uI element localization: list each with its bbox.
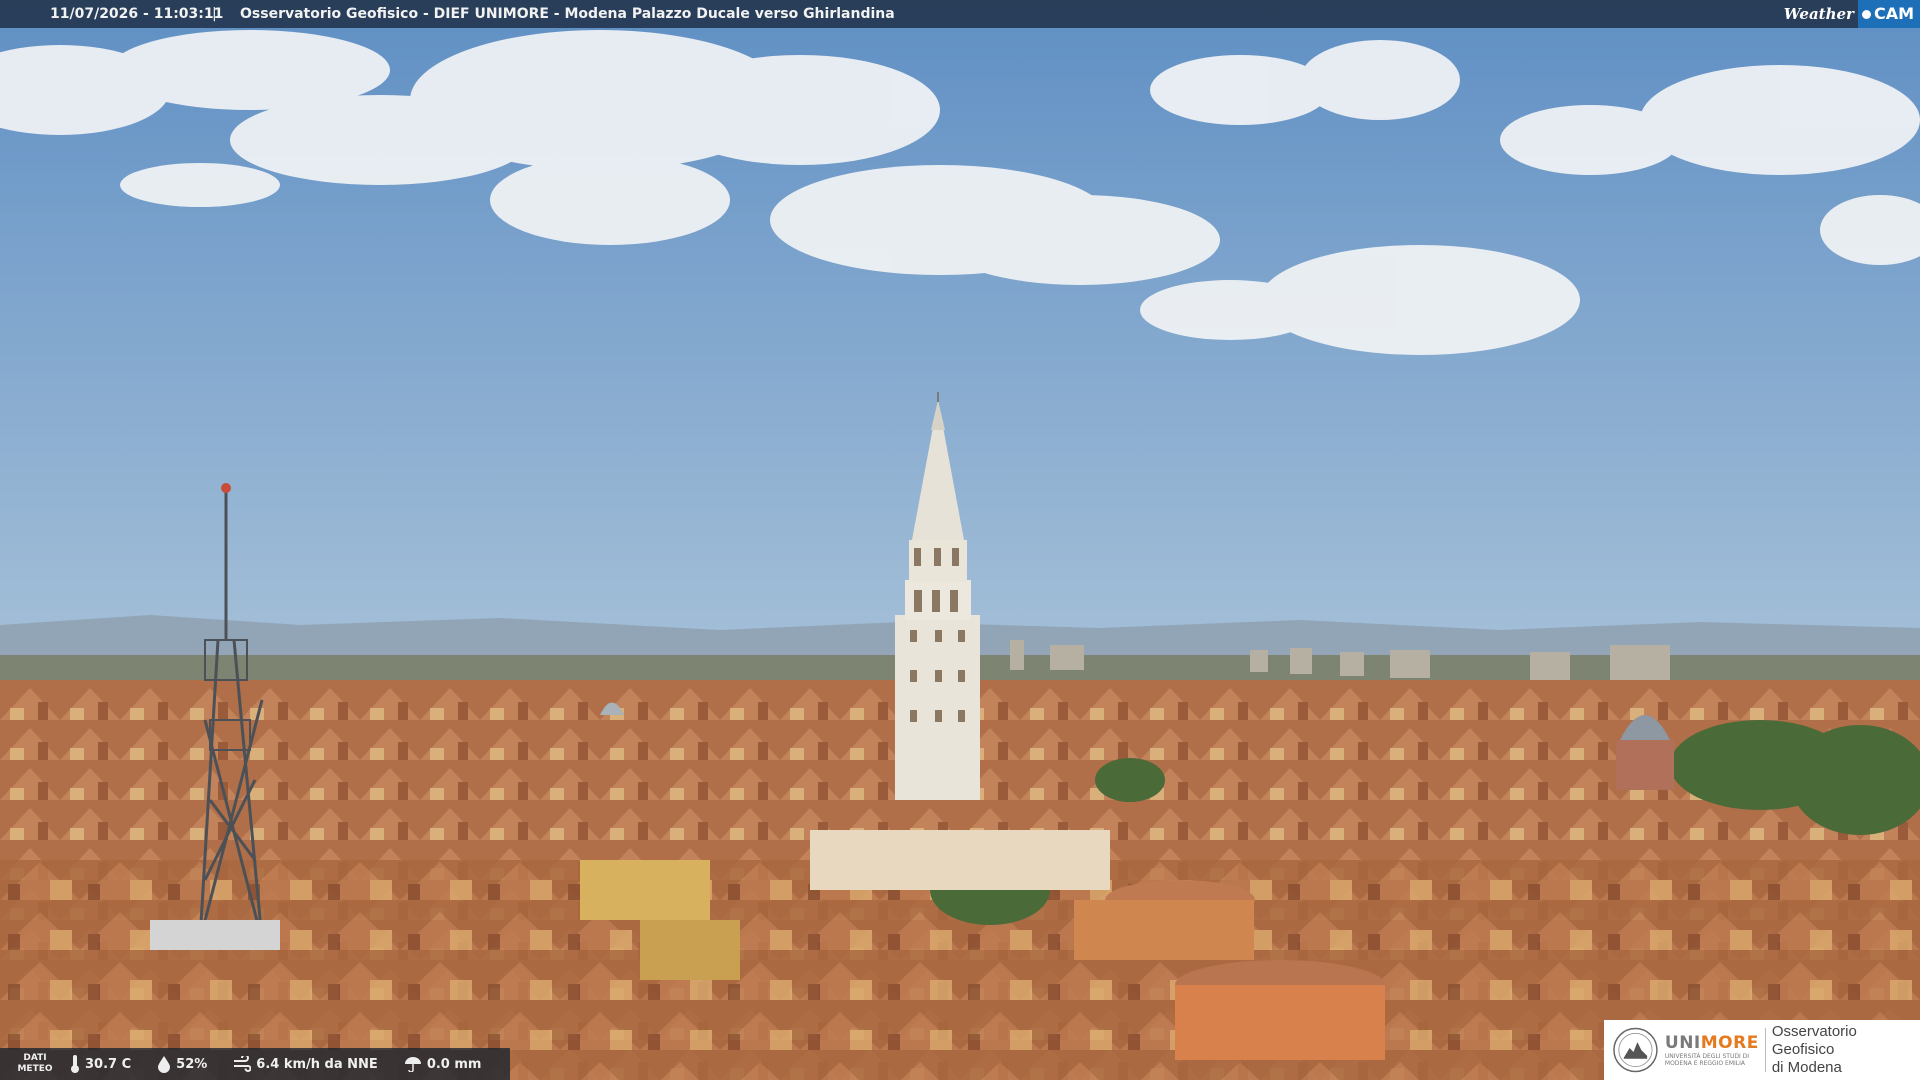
humidity-value: 52%	[176, 1056, 208, 1072]
unimore-sub-line1: UNIVERSITÀ DEGLI STUDI DI	[1664, 1053, 1750, 1060]
thermometer-icon	[71, 1055, 79, 1073]
timestamp: 11/07/2026 - 11:03:11	[50, 6, 224, 22]
unimore-name-suffix: MORE	[1700, 1033, 1759, 1053]
temperature-value: 30.7 C	[85, 1056, 132, 1072]
unimore-sub-line2: MODENA E REGGIO EMILIA	[1664, 1060, 1746, 1067]
weathercam-logo-badge: CAM	[1857, 0, 1920, 28]
droplet-icon	[158, 1056, 171, 1073]
meteo-data-bar: DATI METEO 30.7 C 52% 6.4 km/h da NNE 0.…	[0, 1048, 510, 1080]
observatory-name: Osservatorio Geofisico di Modena	[1772, 1023, 1920, 1077]
wind-reading: 6.4 km/h da NNE	[233, 1056, 378, 1072]
meteo-label-line2: METEO	[17, 1064, 53, 1074]
weathercam-logo: Weather CAM	[1784, 0, 1920, 28]
unimore-logo-box: UNIMORE UNIVERSITÀ DEGLI STUDI DI MODENA…	[1604, 1020, 1920, 1080]
unimore-seal-icon	[1613, 1027, 1658, 1073]
meteo-label-line1: DATI	[23, 1053, 47, 1063]
meteo-label: DATI METEO	[0, 1053, 70, 1075]
temperature-reading: 30.7 C	[70, 1054, 131, 1074]
weathercam-dot-icon	[1861, 9, 1871, 19]
overlay-top-bar: 11/07/2026 - 11:03:11 | Osservatorio Geo…	[0, 0, 1920, 28]
webcam-title: Osservatorio Geofisico - DIEF UNIMORE - …	[240, 6, 895, 22]
umbrella-icon	[404, 1057, 421, 1072]
wind-value: 6.4 km/h da NNE	[256, 1056, 378, 1072]
weathercam-logo-text: Weather	[1783, 5, 1854, 23]
observatory-name-line1: Osservatorio Geofisico	[1771, 1023, 1857, 1058]
unimore-name: UNIMORE	[1665, 1033, 1759, 1053]
humidity-reading: 52%	[157, 1055, 207, 1073]
observatory-name-line2: di Modena	[1771, 1059, 1842, 1076]
rain-reading: 0.0 mm	[404, 1056, 482, 1072]
unimore-name-prefix: UNI	[1664, 1033, 1701, 1053]
webcam-image	[0, 0, 1920, 1080]
wind-icon	[234, 1056, 252, 1072]
weathercam-logo-cam: CAM	[1873, 4, 1914, 23]
rain-value: 0.0 mm	[426, 1056, 482, 1072]
unimore-wordmark: UNIMORE UNIVERSITÀ DEGLI STUDI DI MODENA…	[1665, 1033, 1759, 1067]
logo-divider	[1764, 1028, 1766, 1072]
title-separator: |	[212, 6, 217, 22]
